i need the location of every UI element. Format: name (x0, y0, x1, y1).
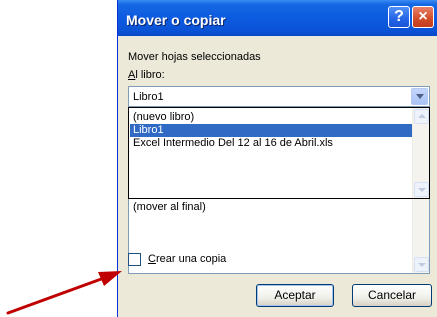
annotation-arrow-icon (6, 271, 122, 315)
